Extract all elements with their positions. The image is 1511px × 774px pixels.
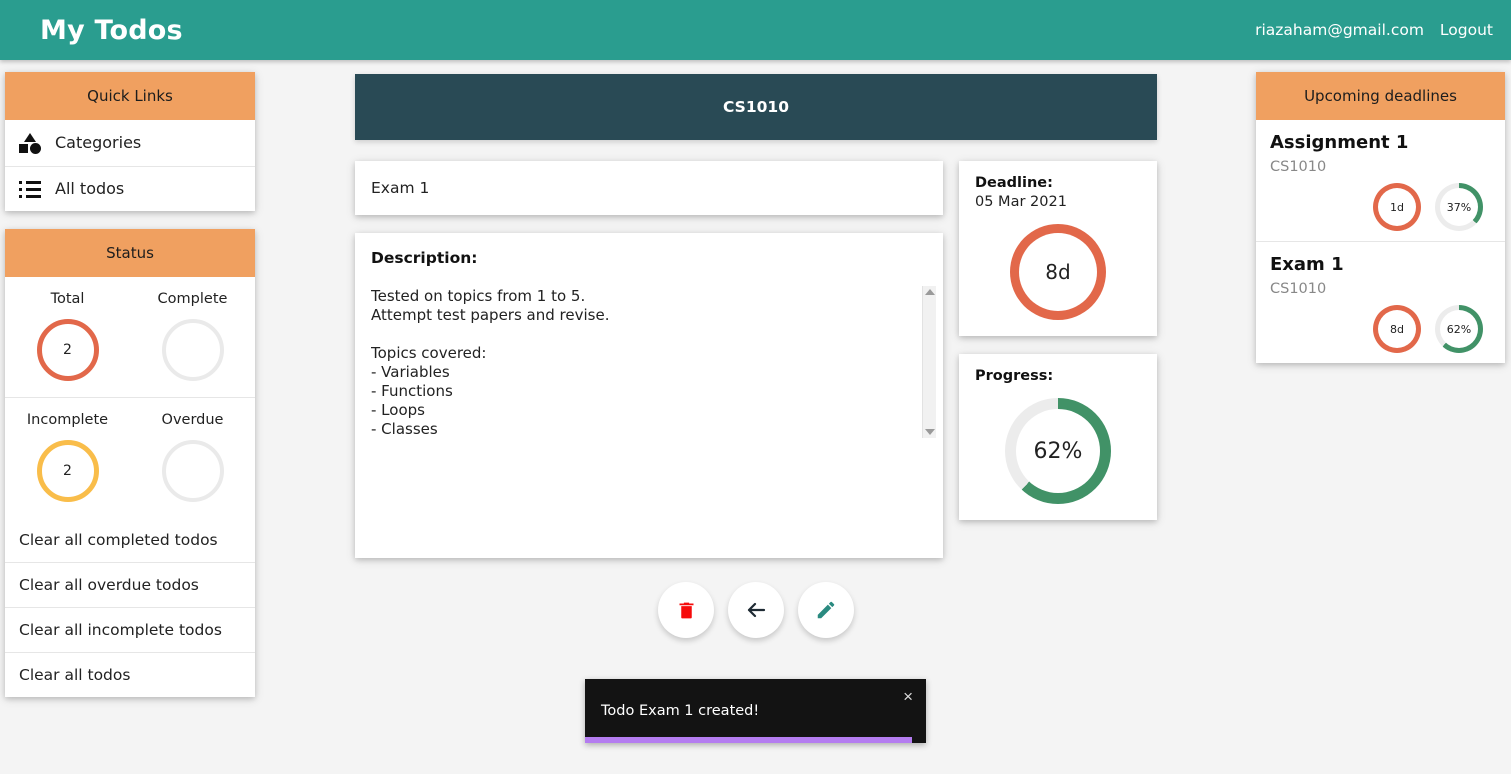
sidebar-item-all-todos[interactable]: All todos — [5, 167, 255, 211]
status-label-overdue: Overdue — [161, 412, 224, 428]
status-label-complete: Complete — [157, 291, 228, 307]
app-brand: My Todos — [40, 14, 183, 46]
status-panel: Status Total 2 Complete Incomplete 2 Ove… — [5, 229, 255, 697]
deadline-date: 05 Mar 2021 — [975, 194, 1067, 210]
upcoming-item-category: CS1010 — [1270, 159, 1327, 175]
logout-link[interactable]: Logout — [1440, 21, 1493, 39]
toast-message: Todo Exam 1 created! — [601, 703, 760, 719]
deadline-donut-wrap: 8d — [975, 224, 1141, 320]
toast-progress-bar — [585, 737, 913, 743]
scroll-down-icon[interactable] — [924, 429, 935, 435]
upcoming-progress-value: 37% — [1440, 188, 1478, 226]
status-cell-complete: Complete — [130, 277, 255, 398]
upcoming-item-title: Assignment 1 — [1270, 132, 1409, 153]
todo-detail-main: Exam 1 Description: Tested on topics fro… — [355, 161, 943, 558]
quick-links-heading: Quick Links — [5, 72, 255, 120]
status-label-total: Total — [50, 291, 85, 307]
left-sidebar: Quick Links Categories All todos Status — [5, 72, 255, 697]
arrow-left-icon — [747, 602, 766, 618]
todo-meta-cards: Deadline: 05 Mar 2021 8d Progress: 62% — [959, 161, 1157, 558]
upcoming-days-value: 1d — [1378, 188, 1416, 226]
shapes-icon — [19, 133, 41, 154]
upcoming-progress-donut: 62% — [1435, 305, 1483, 353]
upcoming-item-rings: 8d 62% — [1270, 305, 1491, 353]
deadline-card: Deadline: 05 Mar 2021 8d — [959, 161, 1157, 336]
clear-overdue-todos[interactable]: Clear all overdue todos — [5, 563, 255, 608]
upcoming-days-donut: 8d — [1373, 305, 1421, 353]
upcoming-progress-donut: 37% — [1435, 183, 1483, 231]
status-ring-overdue — [161, 440, 224, 502]
sidebar-item-all-todos-label: All todos — [55, 179, 125, 198]
toast-notification: Todo Exam 1 created! × — [585, 679, 926, 743]
status-ring-total: 2 — [36, 319, 99, 381]
upcoming-item-rings: 1d 37% — [1270, 183, 1491, 231]
deadline-days-value: 8d — [1019, 233, 1097, 311]
upcoming-item-category: CS1010 — [1270, 281, 1327, 297]
clear-all-todos[interactable]: Clear all todos — [5, 653, 255, 697]
edit-todo-button[interactable] — [798, 582, 854, 638]
upcoming-item-title: Exam 1 — [1270, 254, 1344, 275]
sidebar-item-categories-label: Categories — [55, 133, 142, 152]
top-navbar: My Todos riazaham@gmail.com Logout — [0, 0, 1511, 60]
description-text: Tested on topics from 1 to 5. Attempt te… — [371, 287, 610, 438]
upcoming-days-donut: 1d — [1373, 183, 1421, 231]
upcoming-days-value: 8d — [1378, 310, 1416, 348]
deadline-days-donut: 8d — [1010, 224, 1106, 320]
status-ring-complete — [161, 319, 224, 381]
status-cell-overdue: Overdue — [130, 398, 255, 518]
upcoming-progress-value: 62% — [1440, 310, 1478, 348]
clear-incomplete-todos[interactable]: Clear all incomplete todos — [5, 608, 255, 653]
clear-completed-todos[interactable]: Clear all completed todos — [5, 518, 255, 563]
upcoming-deadlines-panel: Upcoming deadlines Assignment 1 CS1010 1… — [1256, 72, 1505, 363]
clear-actions-list: Clear all completed todos Clear all over… — [5, 518, 255, 697]
todo-action-buttons — [355, 582, 1157, 638]
upcoming-heading: Upcoming deadlines — [1256, 72, 1505, 120]
progress-donut-wrap: 62% — [975, 398, 1141, 504]
progress-donut: 62% — [1005, 398, 1111, 504]
pencil-icon — [817, 601, 835, 619]
todo-category-header: CS1010 — [355, 74, 1157, 140]
status-ring-incomplete: 2 — [36, 440, 99, 502]
app-root: My Todos riazaham@gmail.com Logout Quick… — [0, 0, 1511, 774]
upcoming-card: Upcoming deadlines Assignment 1 CS1010 1… — [1256, 72, 1505, 363]
todo-detail-body: Exam 1 Description: Tested on topics fro… — [355, 161, 1157, 558]
list-icon — [19, 180, 41, 198]
back-button[interactable] — [728, 582, 784, 638]
todo-description-card: Description: Tested on topics from 1 to … — [355, 233, 943, 558]
sidebar-item-categories[interactable]: Categories — [5, 120, 255, 167]
status-grid: Total 2 Complete Incomplete 2 Overdue — [5, 277, 255, 518]
trash-icon — [679, 602, 693, 618]
status-cell-incomplete: Incomplete 2 — [5, 398, 130, 518]
deadline-label: Deadline: — [975, 175, 1053, 191]
navbar-right: riazaham@gmail.com Logout — [1255, 21, 1493, 39]
status-heading: Status — [5, 229, 255, 277]
upcoming-item-assignment-1[interactable]: Assignment 1 CS1010 1d 37% — [1256, 120, 1505, 242]
progress-value: 62% — [1016, 409, 1100, 493]
description-scrollbar[interactable] — [922, 286, 936, 438]
user-email-link[interactable]: riazaham@gmail.com — [1255, 21, 1424, 39]
scroll-up-icon[interactable] — [924, 289, 935, 295]
progress-card: Progress: 62% — [959, 354, 1157, 520]
todo-title-card: Exam 1 — [355, 161, 943, 215]
todo-detail-panel: CS1010 Exam 1 Description: Tested on top… — [355, 74, 1157, 638]
quick-links-panel: Quick Links Categories All todos — [5, 72, 255, 211]
toast-close-icon[interactable]: × — [903, 688, 913, 705]
status-label-incomplete: Incomplete — [26, 412, 109, 428]
status-cell-total: Total 2 — [5, 277, 130, 398]
delete-todo-button[interactable] — [658, 582, 714, 638]
description-label: Description: — [371, 249, 478, 267]
progress-label: Progress: — [975, 368, 1054, 384]
upcoming-item-exam-1[interactable]: Exam 1 CS1010 8d 62% — [1256, 242, 1505, 363]
